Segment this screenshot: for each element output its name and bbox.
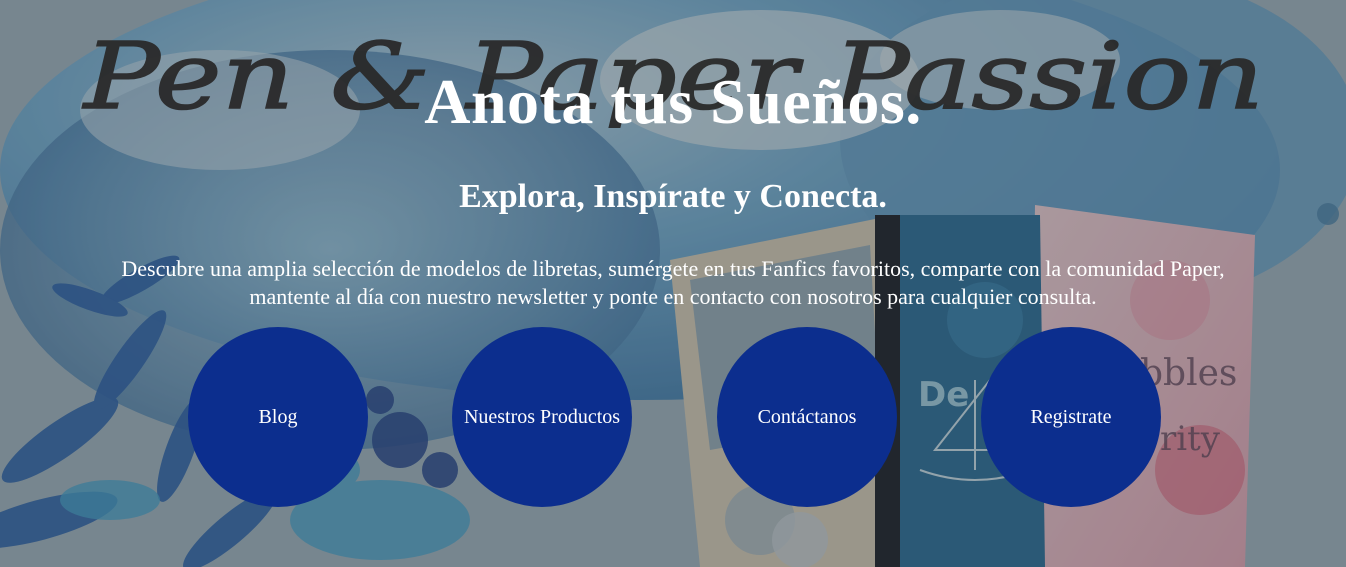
blog-button[interactable]: Blog [188, 327, 368, 507]
hero-content: Anota tus Sueños. Explora, Inspírate y C… [0, 0, 1346, 567]
register-button[interactable]: Registrate [981, 327, 1161, 507]
contact-button[interactable]: Contáctanos [717, 327, 897, 507]
hero-title: Anota tus Sueños. [424, 66, 922, 137]
hero-subtitle: Explora, Inspírate y Conecta. [459, 178, 887, 215]
products-button[interactable]: Nuestros Productos [452, 327, 632, 507]
description-line-2: mantente al día con nuestro newsletter y… [249, 284, 1097, 309]
hero-description: Descubre una amplia selección de modelos… [12, 255, 1334, 311]
description-line-1: Descubre una amplia selección de modelos… [121, 256, 1225, 281]
